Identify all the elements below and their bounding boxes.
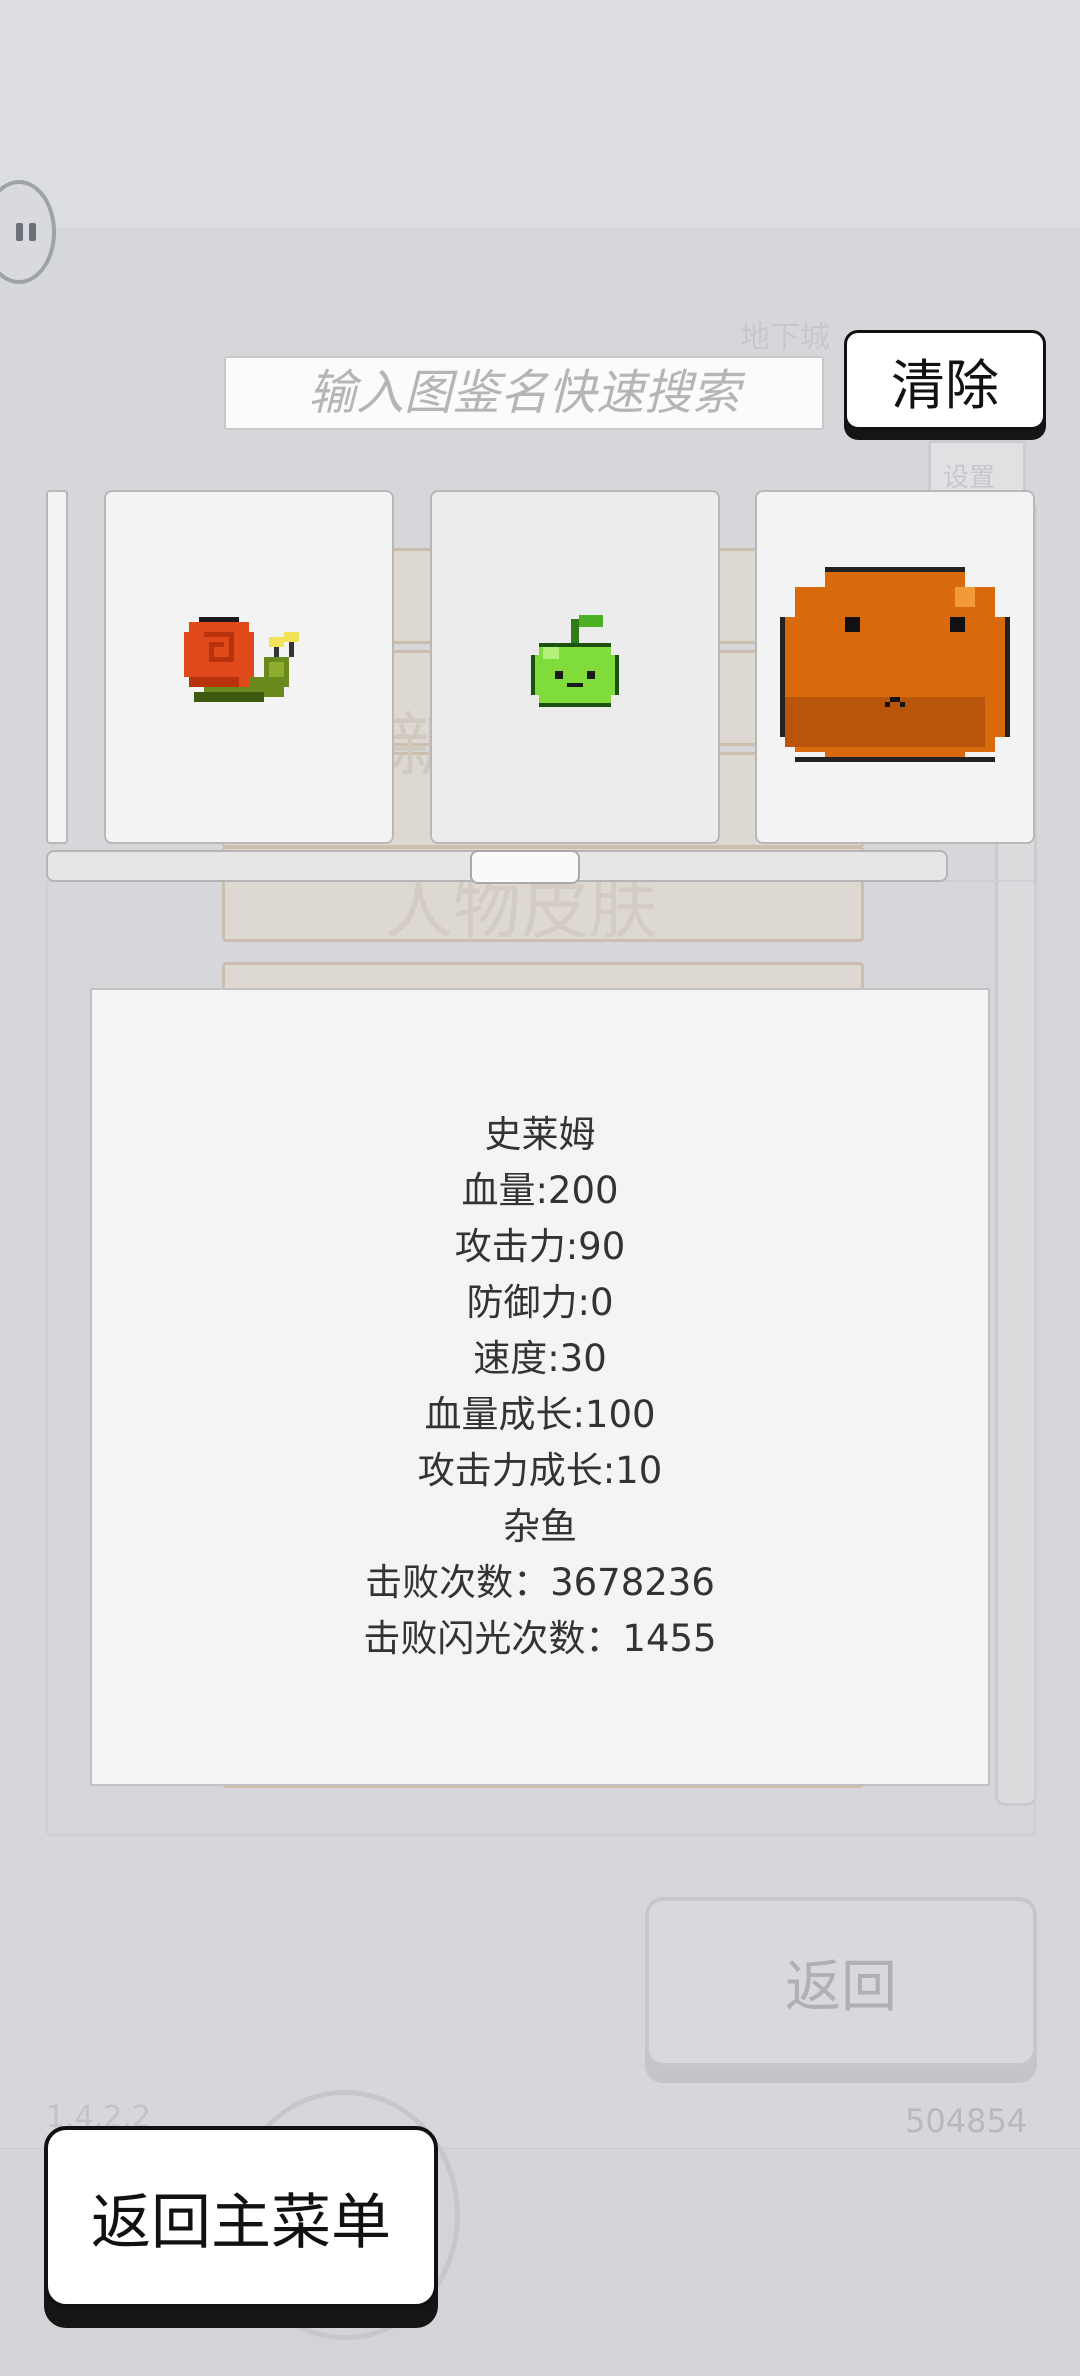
main-menu-button[interactable]: 返回主菜单: [44, 2126, 438, 2308]
card-scrollbar-thumb[interactable]: [470, 850, 580, 884]
settings-label: 设置: [943, 463, 996, 493]
return-button[interactable]: 返回: [645, 1897, 1037, 2067]
card-snail[interactable]: [104, 490, 394, 844]
stat-attack-growth: 攻击力成长:10: [417, 1449, 663, 1492]
dungeon-label: 地下城: [740, 320, 830, 355]
orange-slime-icon: [780, 567, 1010, 762]
stat-attack: 攻击力:90: [454, 1225, 626, 1268]
flash-defeat-count: 击败闪光次数：1455: [363, 1617, 717, 1660]
monster-name: 史莱姆: [484, 1113, 596, 1156]
monster-category: 杂鱼: [503, 1505, 577, 1548]
card-green-apple[interactable]: [430, 490, 720, 844]
stat-defense: 防御力:0: [466, 1281, 614, 1324]
top-bar: [0, 0, 1080, 229]
stat-hp-growth: 血量成长:100: [424, 1393, 656, 1436]
card-partial[interactable]: [46, 490, 68, 844]
clear-button[interactable]: 清除: [844, 330, 1046, 430]
stat-speed: 速度:30: [473, 1337, 607, 1380]
green-apple-icon: [531, 615, 619, 707]
monster-info-panel: 史莱姆 血量:200 攻击力:90 防御力:0 速度:30 血量成长:100 攻…: [90, 988, 990, 1786]
card-orange-slime[interactable]: [755, 490, 1035, 844]
snail-icon: [184, 617, 299, 702]
score-value: 504854: [905, 2102, 1028, 2140]
defeat-count: 击败次数：3678236: [365, 1561, 715, 1604]
pause-icon: [16, 223, 36, 241]
search-field[interactable]: [224, 356, 824, 430]
stat-hp: 血量:200: [461, 1169, 619, 1212]
search-input[interactable]: [226, 357, 822, 429]
